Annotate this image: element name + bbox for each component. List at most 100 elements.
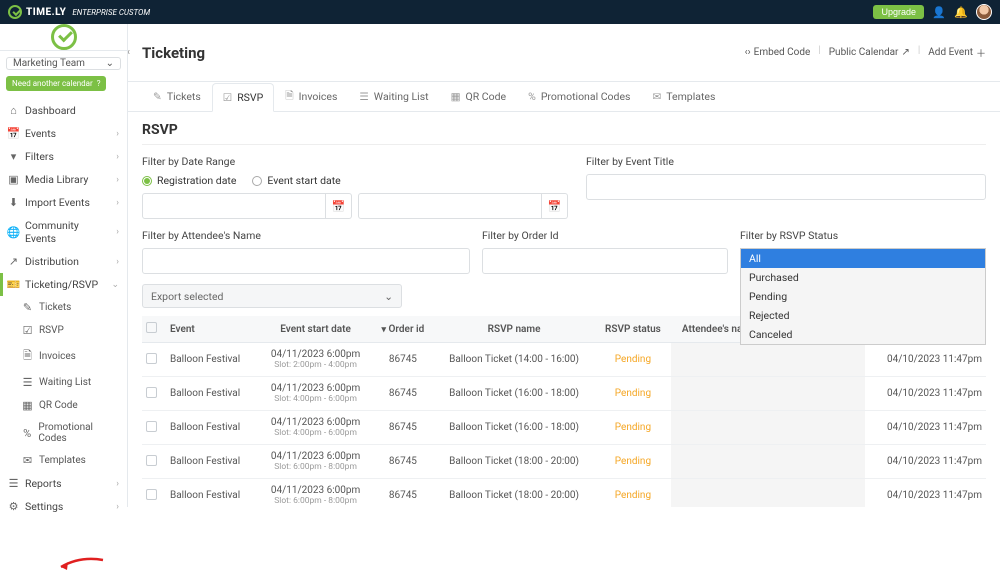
cell-event: Balloon Festival	[166, 411, 258, 445]
order-id-input[interactable]	[482, 248, 728, 274]
row-checkbox[interactable]	[146, 421, 157, 432]
chevron-right-icon: ›	[116, 198, 119, 208]
brand: TIME.LY ENTERPRISE CUSTOM	[8, 5, 150, 19]
avatar[interactable]	[976, 4, 992, 20]
tab-templates[interactable]: ✉Templates	[641, 82, 726, 111]
tab-invoices[interactable]: 🗎Invoices	[274, 82, 348, 111]
radio-registration-date[interactable]: Registration date	[142, 174, 236, 187]
date-from-input[interactable]	[142, 193, 326, 219]
check-icon: ☑	[22, 324, 33, 337]
design-icon: ✎	[153, 90, 162, 103]
sidebar-sub-tickets[interactable]: ✎Tickets	[0, 296, 127, 319]
sidebar-item-dashboard[interactable]: ⌂Dashboard	[0, 99, 127, 122]
sidebar-sub-rsvp[interactable]: ☑RSVP	[0, 319, 127, 342]
col-rsvp[interactable]: RSVP name	[433, 316, 596, 343]
sidebar-sub-promo[interactable]: %Promotional Codes	[0, 417, 127, 449]
cell-event: Balloon Festival	[166, 479, 258, 508]
main: ‹ Ticketing ‹›Embed Code | Public Calend…	[128, 24, 1000, 507]
col-status[interactable]: RSVP status	[595, 316, 670, 343]
status-option-rejected[interactable]: Rejected	[741, 306, 985, 325]
chevron-down-icon: ⌄	[384, 290, 393, 303]
sidebar-item-community[interactable]: 🌐Community Events›	[0, 214, 127, 250]
upgrade-button[interactable]: Upgrade	[873, 5, 924, 19]
tab-promo[interactable]: %Promotional Codes	[517, 82, 641, 111]
select-all-checkbox[interactable]	[146, 322, 157, 333]
cell-rsvp: Balloon Ticket (14:00 - 16:00)	[433, 343, 596, 377]
sidebar-item-filters[interactable]: ▾Filters›	[0, 145, 127, 168]
tab-qrcode[interactable]: ▦QR Code	[440, 82, 518, 111]
sidebar-sub-waiting[interactable]: ☰Waiting List	[0, 371, 127, 394]
cell-status: Pending	[595, 377, 670, 411]
cell-order: 86745	[373, 377, 433, 411]
content: RSVP Filter by Date Range Registration d…	[128, 112, 1000, 507]
calendar-selector[interactable]: Marketing Team ⌄	[6, 57, 121, 70]
tab-rsvp[interactable]: ☑RSVP	[212, 83, 274, 112]
collapse-sidebar-icon[interactable]: ‹	[128, 42, 137, 62]
sidebar-sub-invoices[interactable]: 🗎Invoices	[0, 342, 127, 371]
chevron-down-icon: ⌄	[106, 58, 114, 69]
cell-event: Balloon Festival	[166, 377, 258, 411]
sidebar-item-media[interactable]: ▣Media Library›	[0, 168, 127, 191]
user-icon[interactable]: 👤	[932, 5, 946, 19]
sidebar-sub-qrcode[interactable]: ▦QR Code	[0, 394, 127, 417]
sidebar-item-events[interactable]: 📅Events›	[0, 122, 127, 145]
sidebar-sub-templates[interactable]: ✉Templates	[0, 449, 127, 472]
code-icon: ‹›	[745, 47, 751, 58]
col-start[interactable]: Event start date	[258, 316, 373, 343]
orderid-label: Filter by Order Id	[482, 229, 728, 242]
brand-logo-icon	[8, 5, 22, 19]
cell-start: 04/11/2023 6:00pmSlot: 2:00pm - 4:00pm	[258, 343, 373, 377]
tab-waiting[interactable]: ☰Waiting List	[348, 82, 439, 111]
col-order[interactable]: ▾ Order id	[373, 316, 433, 343]
status-option-pending[interactable]: Pending	[741, 287, 985, 306]
bell-icon[interactable]: 🔔	[954, 5, 968, 19]
status-option-purchased[interactable]: Purchased	[741, 268, 985, 287]
row-checkbox[interactable]	[146, 387, 157, 398]
cell-attendee	[671, 343, 768, 377]
chevron-right-icon: ›	[116, 227, 119, 237]
chevron-down-icon: ⌄	[111, 280, 119, 290]
col-checkbox	[142, 316, 166, 343]
table-row: Balloon Festival04/11/2023 6:00pmSlot: 2…	[142, 343, 986, 377]
sidebar-item-ticketing[interactable]: 🎫Ticketing/RSVP⌄	[0, 273, 127, 296]
embed-code-link[interactable]: ‹›Embed Code	[745, 45, 811, 60]
row-checkbox[interactable]	[146, 353, 157, 364]
rsvp-status-dropdown[interactable]: All Purchased Pending Rejected Canceled	[740, 248, 986, 345]
cell-reg: 04/10/2023 11:47pm	[865, 445, 986, 479]
attendee-name-input[interactable]	[142, 248, 470, 274]
sidebar-item-import[interactable]: ⬇Import Events›	[0, 191, 127, 214]
col-event[interactable]: Event	[166, 316, 258, 343]
globe-icon: 🌐	[8, 226, 19, 239]
export-selected-dropdown[interactable]: Export selected ⌄	[142, 284, 402, 308]
attendee-label: Filter by Attendee's Name	[142, 229, 470, 242]
calendar-picker-icon[interactable]: 📅	[326, 193, 352, 219]
design-icon: ✎	[22, 301, 33, 314]
sidebar-nav: ⌂Dashboard 📅Events› ▾Filters› ▣Media Lib…	[0, 99, 127, 518]
tab-tickets[interactable]: ✎Tickets	[142, 82, 212, 111]
status-label: Filter by RSVP Status	[740, 229, 986, 242]
row-checkbox[interactable]	[146, 455, 157, 466]
add-event-link[interactable]: Add Event＋	[928, 45, 986, 60]
cell-rsvp: Balloon Ticket (18:00 - 20:00)	[433, 445, 596, 479]
event-title-input[interactable]	[586, 174, 986, 200]
chevron-right-icon: ›	[116, 152, 119, 162]
cell-status: Pending	[595, 445, 670, 479]
sidebar-item-reports[interactable]: ☰Reports›	[0, 472, 127, 495]
status-option-all[interactable]: All	[741, 249, 985, 268]
mail-icon: ✉	[22, 454, 33, 467]
need-calendar-badge[interactable]: Need another calendar ?	[6, 76, 106, 91]
radio-event-start-date[interactable]: Event start date	[252, 174, 340, 187]
doc-icon: 🗎	[22, 347, 33, 366]
public-calendar-link[interactable]: Public Calendar↗	[829, 45, 910, 60]
sidebar-item-distribution[interactable]: ↗Distribution›	[0, 250, 127, 273]
row-checkbox[interactable]	[146, 489, 157, 500]
status-option-canceled[interactable]: Canceled	[741, 325, 985, 344]
mail-icon: ✉	[652, 90, 661, 103]
cell-attendee	[671, 411, 768, 445]
cell-start: 04/11/2023 6:00pmSlot: 4:00pm - 6:00pm	[258, 377, 373, 411]
date-to-input[interactable]	[358, 193, 542, 219]
calendar-picker-icon[interactable]: 📅	[542, 193, 568, 219]
qr-icon: ▦	[22, 399, 33, 412]
download-icon: ⬇	[8, 196, 19, 209]
header-links: ‹›Embed Code | Public Calendar↗ | Add Ev…	[745, 45, 986, 60]
